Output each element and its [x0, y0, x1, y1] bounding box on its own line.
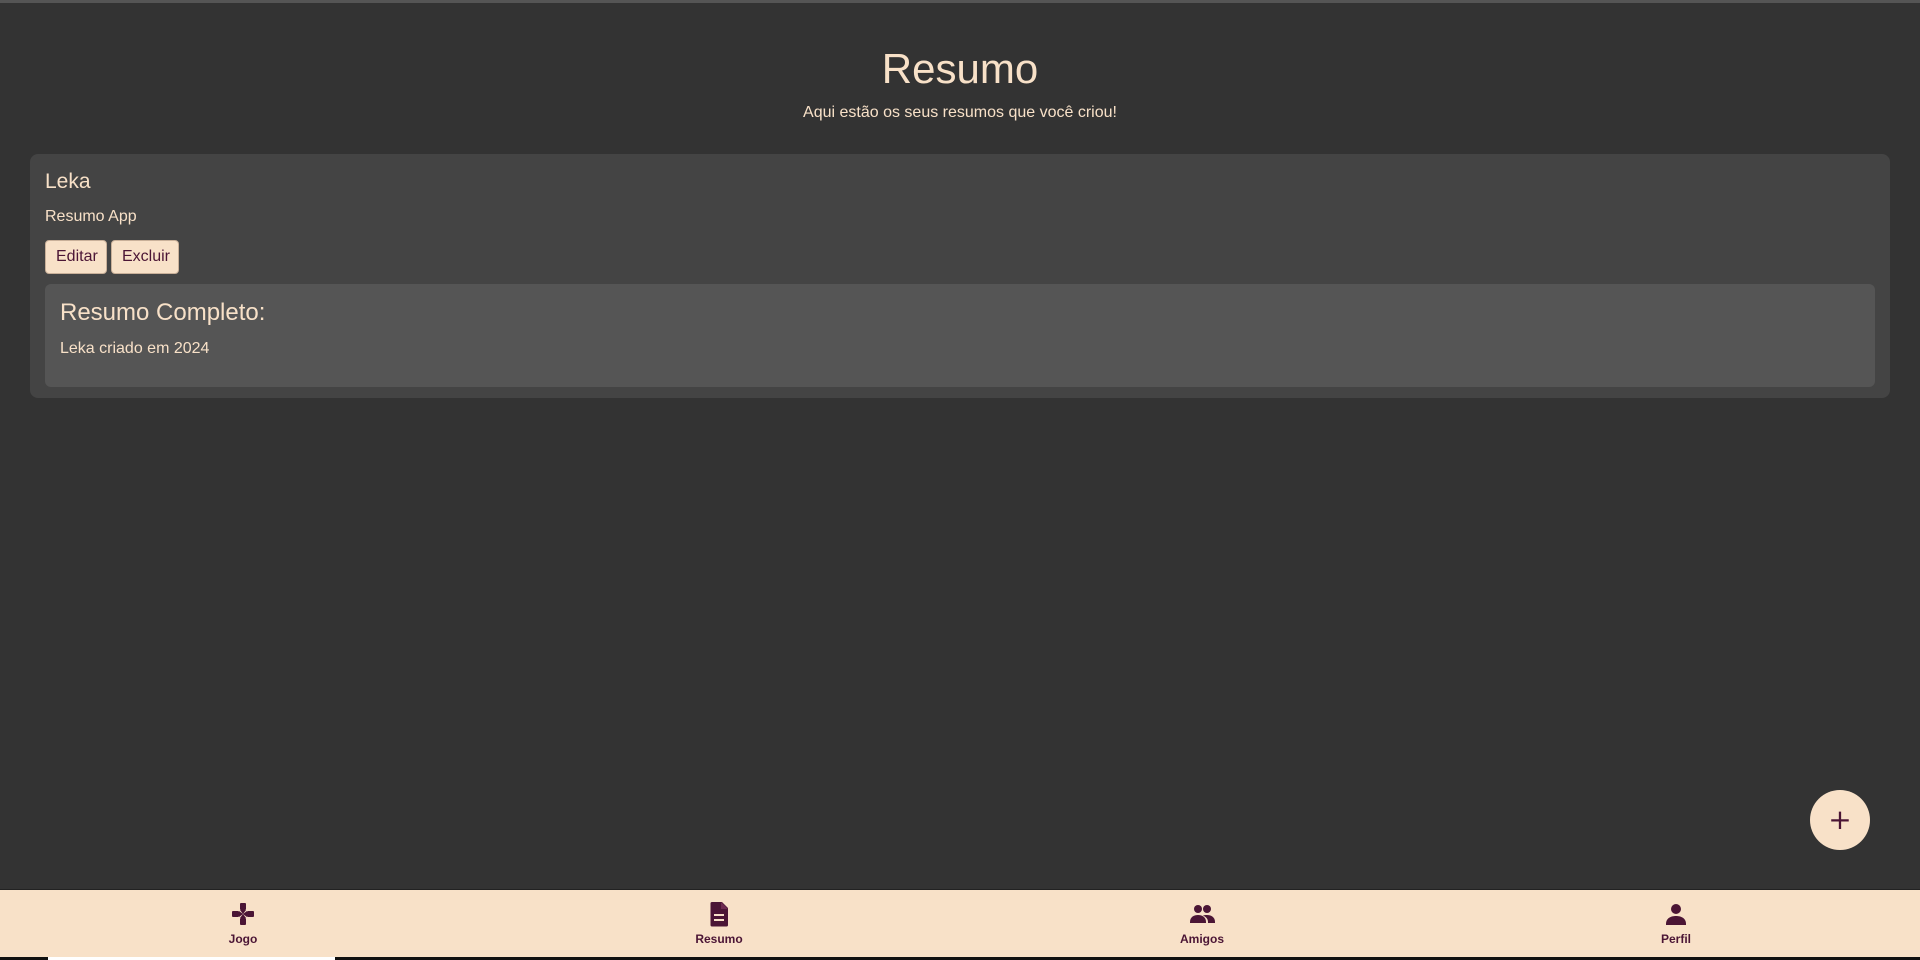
gamepad-icon — [232, 903, 254, 925]
add-summary-button[interactable]: + — [1810, 790, 1870, 850]
page-subtitle: Aqui estão os seus resumos que você crio… — [803, 104, 1117, 121]
bottom-navigation: Jogo Resumo Amigos Perfil — [0, 889, 1920, 960]
nav-label-perfil: Perfil — [1660, 932, 1691, 946]
delete-button[interactable]: Excluir — [111, 240, 179, 274]
person-icon — [1666, 904, 1686, 925]
page-title: Resumo — [881, 45, 1039, 92]
summary-card-description: Resumo App — [45, 208, 137, 225]
nav-item-perfil[interactable]: Perfil — [1556, 890, 1796, 958]
summary-page: Resumo Aqui estão os seus resumos que vo… — [0, 3, 1920, 889]
nav-item-amigos[interactable]: Amigos — [1082, 890, 1322, 958]
summary-detail-panel: Resumo Completo: Leka criado em 2024 — [45, 284, 1875, 387]
nav-item-resumo[interactable]: Resumo — [599, 890, 839, 958]
nav-label-jogo: Jogo — [228, 932, 258, 946]
people-icon — [1190, 905, 1215, 923]
nav-item-jogo[interactable]: Jogo — [123, 890, 363, 958]
summary-card-title: Leka — [45, 170, 91, 193]
summary-card: Leka Resumo App Editar Excluir Resumo Co… — [30, 154, 1890, 398]
nav-label-amigos: Amigos — [1179, 932, 1224, 946]
summary-detail-title: Resumo Completo: — [60, 299, 266, 326]
summary-detail-text: Leka criado em 2024 — [60, 340, 210, 357]
edit-button[interactable]: Editar — [45, 240, 107, 274]
nav-label-resumo: Resumo — [695, 932, 743, 946]
document-icon — [710, 902, 728, 927]
